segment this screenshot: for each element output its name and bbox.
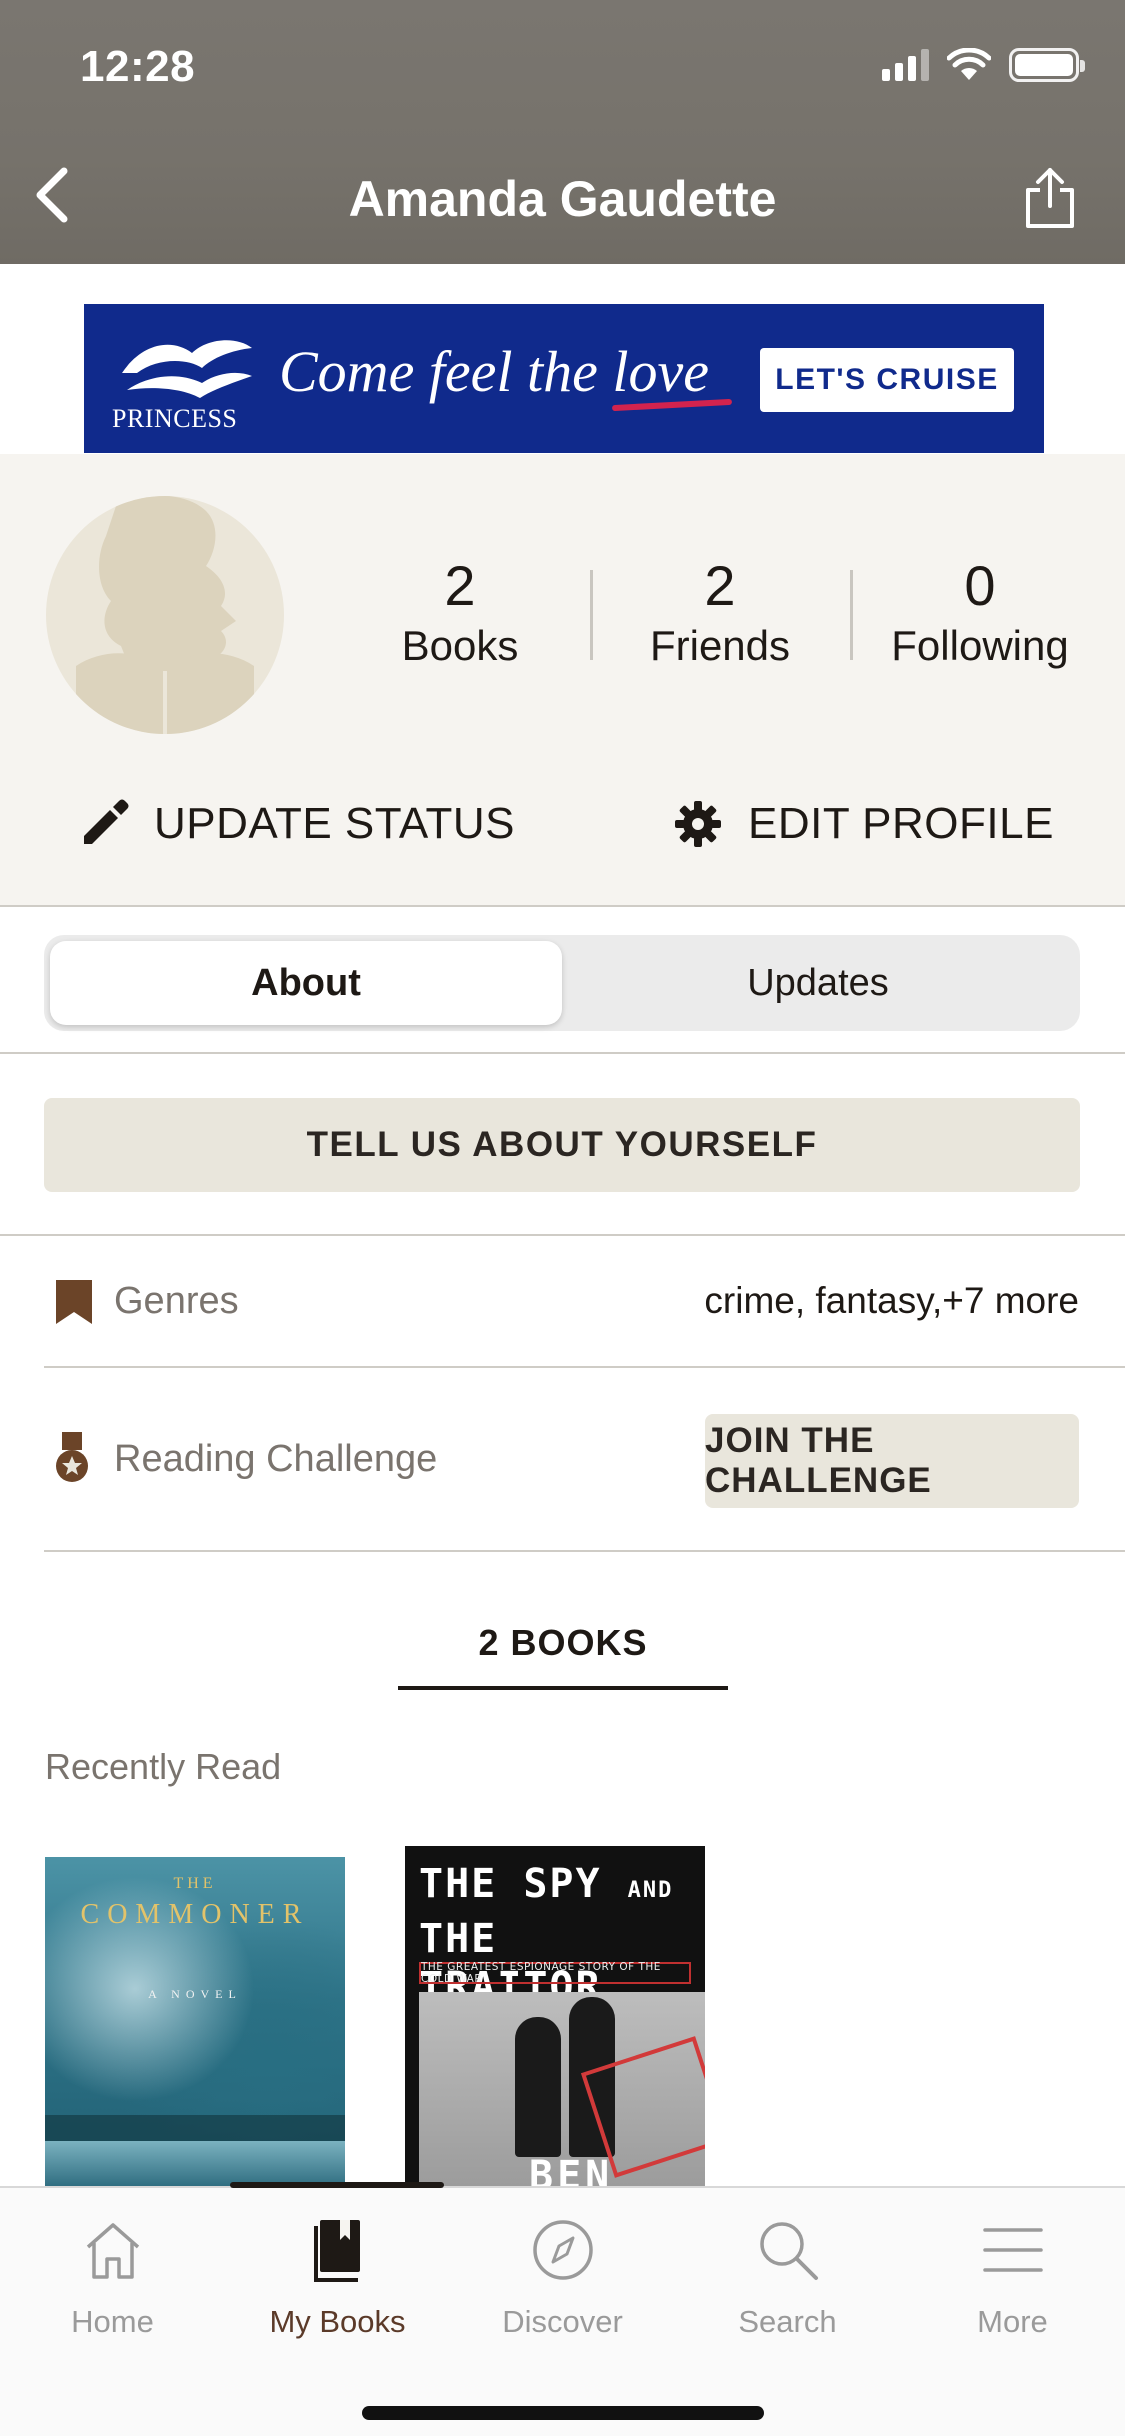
status-icons — [882, 48, 1085, 82]
cover-photo: BEN — [419, 1992, 705, 2187]
tab-my-books-label: My Books — [269, 2304, 406, 2339]
avatar[interactable] — [46, 496, 284, 734]
bottom-tab-bar: Home My Books Discover Search More — [0, 2182, 1125, 2436]
book-author: BEN — [529, 2153, 614, 2187]
battery-icon — [1009, 48, 1085, 82]
page-title: Amanda Gaudette — [348, 171, 777, 227]
book-title-line1: THE SPY — [419, 1861, 602, 1907]
tab-search-label: Search — [738, 2304, 837, 2339]
bookmark-icon — [54, 1278, 94, 1326]
stat-friends-label: Friends — [649, 622, 791, 669]
ad-tagline: Come feel the love — [279, 339, 709, 404]
profile-tabs: About Updates — [0, 907, 1125, 1054]
share-icon — [1026, 168, 1074, 228]
hamburger-icon — [982, 2228, 1043, 2272]
genres-row[interactable]: Genres crime, fantasy,+7 more — [44, 1236, 1125, 1368]
stat-following-label: Following — [891, 622, 1069, 669]
tab-home[interactable]: Home — [0, 2210, 225, 2360]
house-icon — [86, 2223, 139, 2279]
medal-icon — [54, 1430, 90, 1486]
recently-read-heading: Recently Read — [45, 1746, 282, 1787]
wifi-icon — [947, 48, 991, 80]
ad-brand: PRINCESS — [112, 404, 238, 433]
book-cover-the-commoner[interactable]: THE COMMONER A NOVEL — [45, 1857, 345, 2187]
update-status-label: UPDATE STATUS — [154, 799, 515, 848]
tab-search[interactable]: Search — [675, 2210, 900, 2360]
book-title-the: THE — [173, 1875, 217, 1892]
reading-challenge-label: Reading Challenge — [114, 1438, 438, 1480]
stat-books-count: 2 — [444, 554, 476, 617]
tab-about[interactable]: About — [50, 941, 562, 1025]
stat-friends[interactable]: 2 Friends — [590, 554, 850, 694]
default-reader-avatar-icon — [76, 496, 254, 734]
cover-water — [45, 2141, 345, 2187]
tab-discover[interactable]: Discover — [450, 2210, 675, 2360]
join-challenge-button[interactable]: JOIN THE CHALLENGE — [705, 1414, 1079, 1508]
book-cover-the-spy-and-the-traitor[interactable]: THE SPY AND THE TRAITOR THE GREATEST ESP… — [405, 1846, 705, 2187]
stat-friends-count: 2 — [704, 554, 736, 617]
tab-my-books[interactable]: My Books — [225, 2210, 450, 2360]
navigation-header: 12:28 Amanda Gaudette — [0, 0, 1125, 264]
segmented-control: About Updates — [44, 935, 1080, 1031]
stat-books-label: Books — [401, 622, 519, 669]
book-icon — [313, 2220, 360, 2282]
stat-books[interactable]: 2 Books — [330, 554, 590, 694]
tab-updates[interactable]: Updates — [562, 941, 1074, 1025]
edit-profile-label: EDIT PROFILE — [748, 799, 1054, 848]
tab-home-label: Home — [71, 2304, 154, 2339]
home-indicator[interactable] — [362, 2406, 764, 2420]
pencil-icon — [84, 799, 129, 844]
stat-following[interactable]: 0 Following — [850, 554, 1110, 694]
books-count-tab[interactable]: 2 BOOKS — [398, 1600, 728, 1690]
genres-label: Genres — [114, 1280, 239, 1322]
edit-profile-button[interactable]: EDIT PROFILE — [672, 784, 1054, 864]
compass-icon — [532, 2220, 593, 2280]
book-subtitle: A NOVEL — [148, 1987, 242, 2001]
book-title-and: AND — [627, 1878, 674, 1903]
stat-following-count: 0 — [964, 554, 996, 617]
reading-challenge-row: Reading Challenge JOIN THE CHALLENGE — [44, 1368, 1125, 1552]
share-button[interactable] — [1015, 160, 1085, 236]
cellular-signal-icon — [882, 49, 929, 81]
ad-cta-button[interactable]: LET'S CRUISE — [760, 348, 1014, 412]
book-title: THE SPY AND THE TRAITOR — [419, 1860, 699, 2011]
gear-icon — [675, 801, 721, 847]
tell-us-about-yourself-button[interactable]: TELL US ABOUT YOURSELF — [44, 1098, 1080, 1192]
ad-banner-area: PRINCESS Come feel the love LET'S CRUISE — [0, 264, 1125, 454]
ad-banner[interactable]: PRINCESS Come feel the love LET'S CRUISE — [84, 304, 1044, 453]
genres-value: crime, fantasy,+7 more — [704, 1280, 1079, 1321]
cover-figure — [515, 2017, 561, 2157]
update-status-button[interactable]: UPDATE STATUS — [78, 784, 515, 864]
book-subtitle: THE GREATEST ESPIONAGE STORY OF THE COLD… — [419, 1961, 691, 1985]
cover-bridge — [45, 2115, 345, 2141]
tell-us-section: TELL US ABOUT YOURSELF — [0, 1054, 1125, 1236]
tab-discover-label: Discover — [502, 2304, 623, 2339]
profile-section: 2 Books 2 Friends 0 Following UPDATE STA… — [0, 454, 1125, 907]
profile-actions: UPDATE STATUS EDIT PROFILE — [0, 784, 1125, 864]
profile-stats: 2 Books 2 Friends 0 Following — [330, 554, 1110, 694]
magnifier-icon — [759, 2222, 818, 2280]
status-time: 12:28 — [80, 42, 196, 91]
book-title: COMMONER — [80, 1899, 310, 1930]
active-tab-indicator — [230, 2182, 444, 2188]
tab-more[interactable]: More — [900, 2210, 1125, 2360]
tab-more-label: More — [977, 2304, 1048, 2339]
